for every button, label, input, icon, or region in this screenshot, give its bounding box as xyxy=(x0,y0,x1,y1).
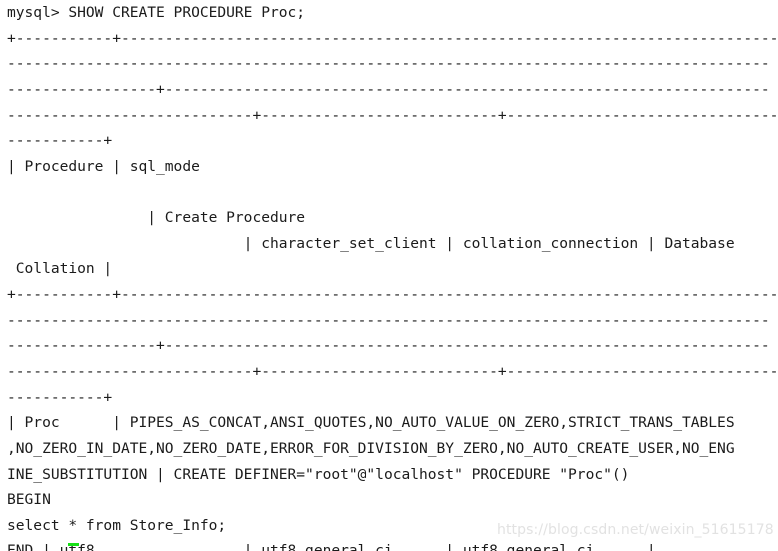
terminal-line-row: BEGIN xyxy=(7,491,51,509)
terminal-line-row: | Proc | PIPES_AS_CONCAT,ANSI_QUOTES,NO_… xyxy=(7,414,735,432)
terminal-output-pane[interactable]: mysql> SHOW CREATE PROCEDURE Proc; +----… xyxy=(0,0,778,551)
terminal-line-separator: +-----------+---------------------------… xyxy=(7,286,778,304)
terminal-line-command: mysql> SHOW CREATE PROCEDURE Proc; xyxy=(7,4,306,21)
terminal-line-row: select * from Store_Info; xyxy=(7,516,227,534)
terminal-line-separator: -----------------+----------------------… xyxy=(7,337,770,355)
terminal-line-row: INE_SUBSTITUTION | CREATE DEFINER="root"… xyxy=(7,465,630,483)
terminal-line-separator: -----------+ xyxy=(7,388,113,406)
terminal-line-separator: -----------------+----------------------… xyxy=(7,80,770,98)
terminal-line-separator: ----------------------------------------… xyxy=(7,55,770,73)
terminal-line-row: END | utf8 | utf8_general_ci | utf8_gene… xyxy=(7,542,656,551)
terminal-line-separator: ----------------------------------------… xyxy=(7,311,770,329)
terminal-line-header: | Procedure | sql_mode xyxy=(7,157,200,175)
terminal-line-header: | Create Procedure xyxy=(7,209,306,227)
terminal-line-separator: +-----------+---------------------------… xyxy=(7,29,778,47)
terminal-cursor xyxy=(68,543,79,546)
terminal-line-header: | character_set_client | collation_conne… xyxy=(7,234,735,252)
terminal-line-separator: ----------------------------+-----------… xyxy=(7,362,778,380)
terminal-line-row: ,NO_ZERO_IN_DATE,NO_ZERO_DATE,ERROR_FOR_… xyxy=(7,439,735,457)
terminal-line-separator: -----------+ xyxy=(7,132,113,150)
terminal-line-header: Collation | xyxy=(7,260,113,278)
terminal-line-separator: ----------------------------+-----------… xyxy=(7,106,778,124)
